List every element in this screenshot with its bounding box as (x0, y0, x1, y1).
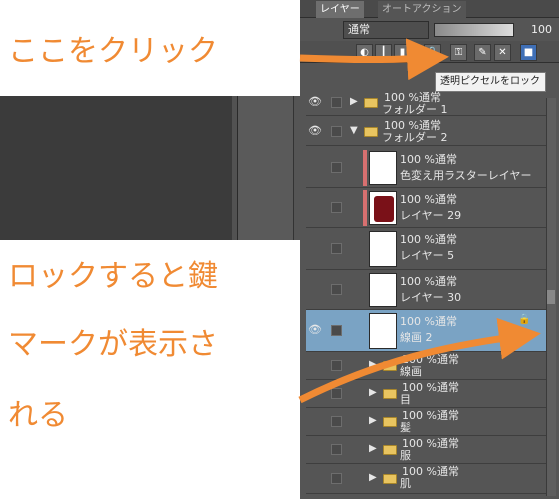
arrow-to-lock-button (299, 38, 449, 81)
arrow-to-lock-mark (298, 317, 541, 404)
annotation-arrows (298, 38, 541, 404)
